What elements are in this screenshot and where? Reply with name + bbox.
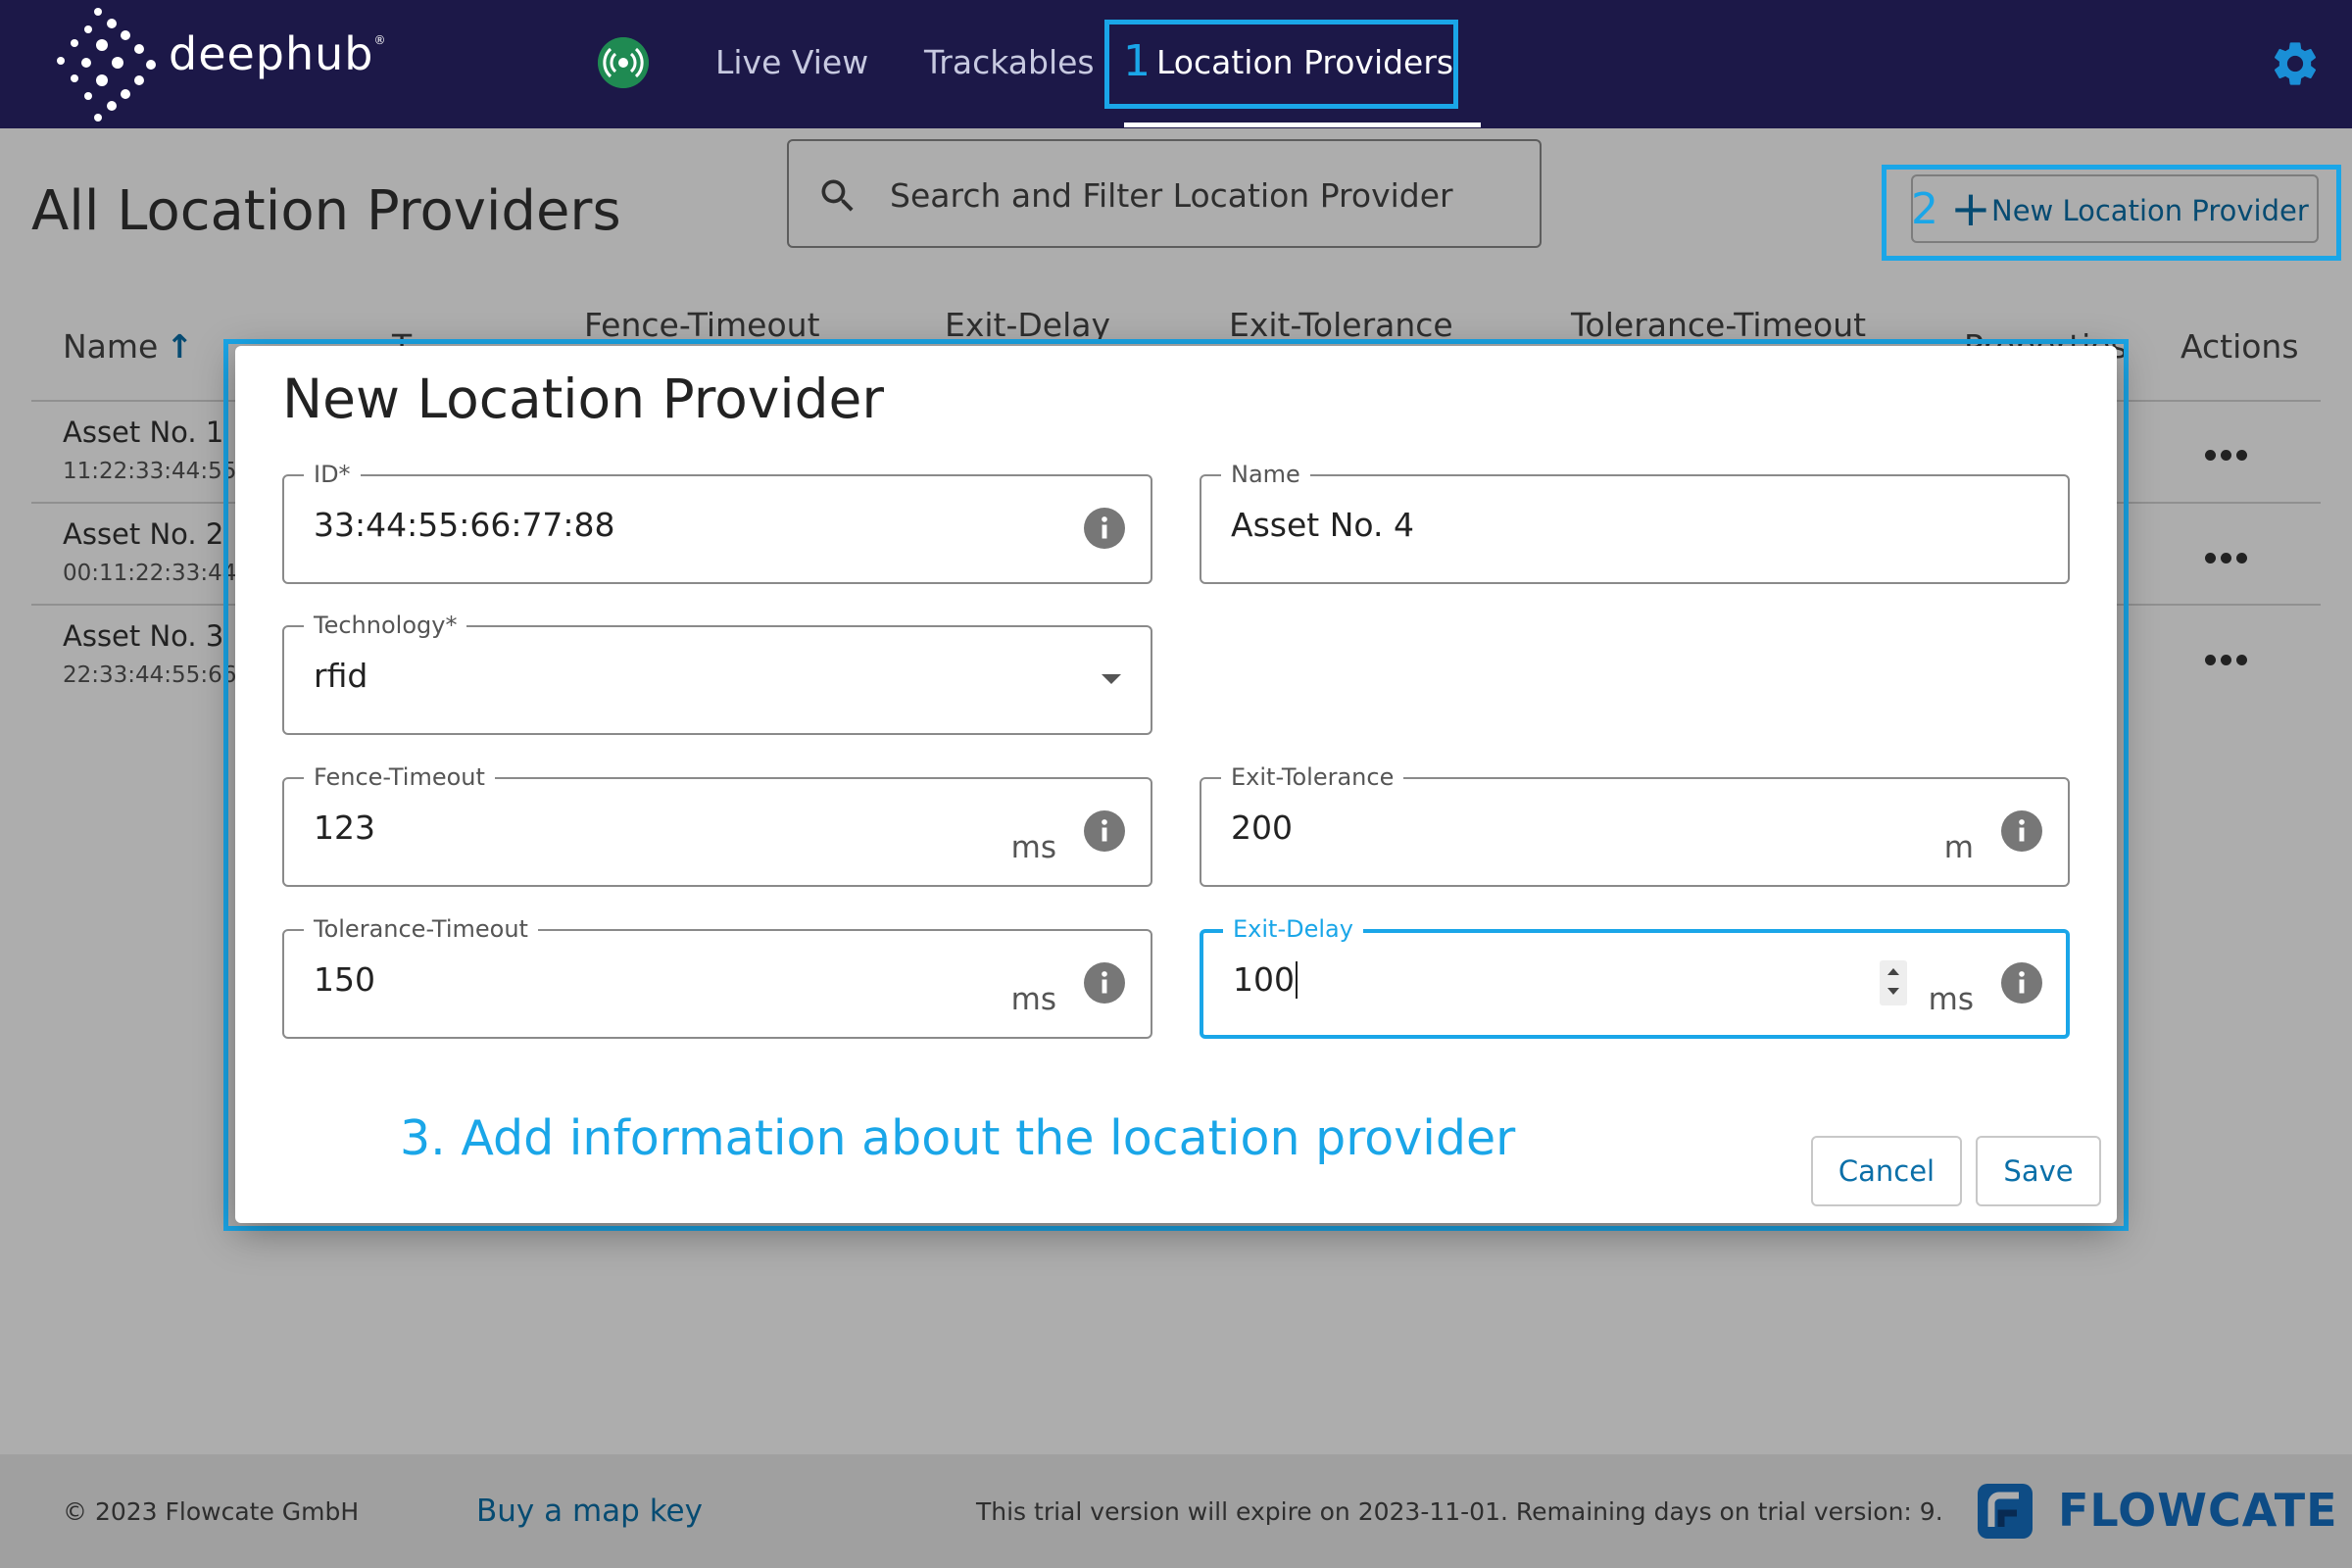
callout-number-2: 2 [1911, 184, 1938, 234]
new-location-provider-dialog: New Location Provider ID* 33:44:55:66:77… [235, 346, 2117, 1223]
spinner-icon[interactable] [1880, 960, 1907, 1005]
exit-delay-value-wrapper: 100 [1233, 960, 1298, 1001]
tolerance-timeout-value: 150 [314, 960, 375, 999]
fence-timeout-field[interactable]: Fence-Timeout 123 ms [282, 763, 1152, 887]
exit-tolerance-value: 200 [1231, 808, 1293, 847]
nav-live-view[interactable]: Live View [715, 39, 868, 86]
fence-timeout-unit: ms [1010, 830, 1056, 865]
active-tab-indicator [1124, 122, 1481, 127]
callout-highlight-nav [1104, 20, 1458, 109]
exit-tolerance-unit: m [1943, 830, 1974, 865]
exit-delay-field[interactable]: Exit-Delay 100 ms [1200, 915, 2070, 1039]
callout-number-1: 1 [1123, 36, 1151, 86]
info-icon[interactable] [1084, 508, 1125, 549]
name-field[interactable]: Name Asset No. 4 [1200, 461, 2070, 584]
exit-delay-label: Exit-Delay [1223, 915, 1363, 943]
save-button[interactable]: Save [1976, 1136, 2101, 1206]
technology-select-value: rfid [314, 657, 368, 695]
technology-select[interactable]: Technology* rfid [282, 612, 1152, 735]
exit-tolerance-label: Exit-Tolerance [1221, 763, 1404, 791]
dialog-title: New Location Provider [282, 368, 884, 430]
exit-delay-value: 100 [1233, 960, 1295, 999]
live-signal-icon[interactable] [598, 37, 649, 88]
text-caret [1296, 960, 1298, 999]
id-field[interactable]: ID* 33:44:55:66:77:88 [282, 461, 1152, 584]
tolerance-timeout-label: Tolerance-Timeout [304, 915, 538, 943]
logo-wordmark: deephub® [169, 27, 387, 80]
info-icon[interactable] [1084, 810, 1125, 852]
fence-timeout-value: 123 [314, 808, 375, 847]
technology-select-label: Technology* [304, 612, 467, 639]
exit-tolerance-field[interactable]: Exit-Tolerance 200 m [1200, 763, 2070, 887]
nav-trackables[interactable]: Trackables [924, 39, 1095, 86]
id-field-value: 33:44:55:66:77:88 [314, 506, 615, 544]
fence-timeout-label: Fence-Timeout [304, 763, 495, 791]
info-icon[interactable] [2001, 810, 2042, 852]
exit-delay-unit: ms [1928, 982, 1974, 1017]
tolerance-timeout-field[interactable]: Tolerance-Timeout 150 ms [282, 915, 1152, 1039]
info-icon[interactable] [2001, 962, 2042, 1004]
name-field-value: Asset No. 4 [1231, 506, 1414, 544]
step-3-annotation: 3. Add information about the location pr… [400, 1110, 1516, 1166]
gear-icon[interactable] [2269, 37, 2322, 90]
info-icon[interactable] [1084, 962, 1125, 1004]
cancel-button[interactable]: Cancel [1811, 1136, 1962, 1206]
dropdown-arrow-icon[interactable] [1102, 674, 1121, 684]
tolerance-timeout-unit: ms [1010, 982, 1056, 1017]
name-field-label: Name [1221, 461, 1310, 488]
id-field-label: ID* [304, 461, 361, 488]
callout-highlight-new-button [1882, 165, 2341, 261]
